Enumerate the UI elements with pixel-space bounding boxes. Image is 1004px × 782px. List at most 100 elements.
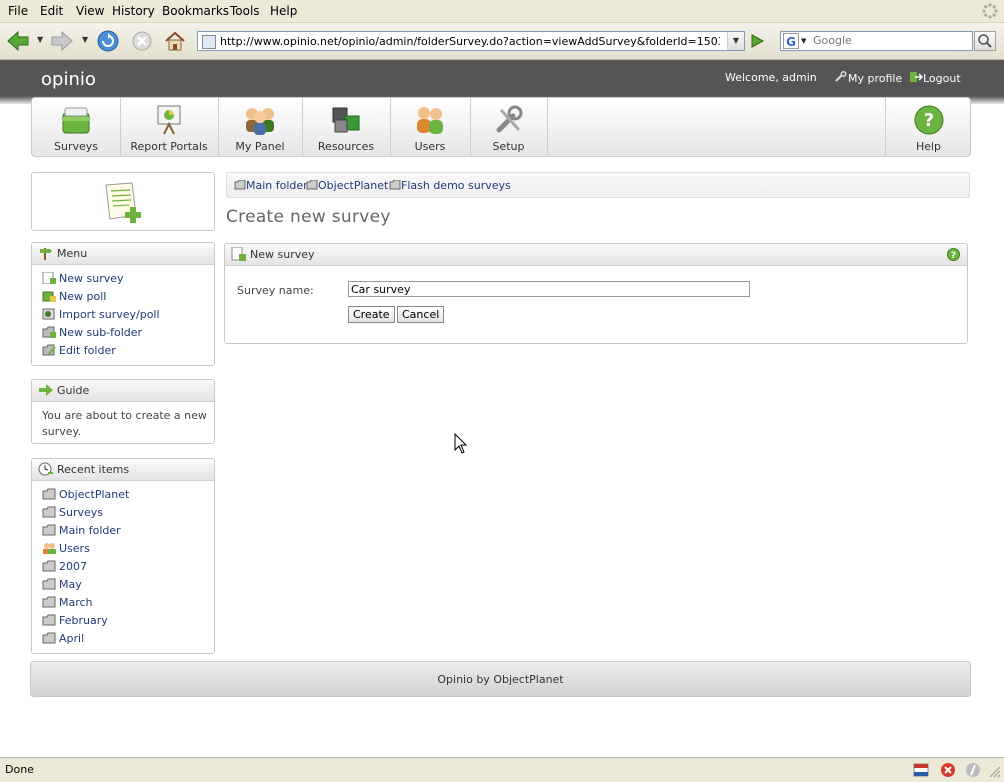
google-engine-icon[interactable]: G bbox=[783, 33, 799, 49]
menu-item-import[interactable]: Import survey/poll bbox=[42, 308, 160, 321]
favicon-icon bbox=[202, 35, 216, 49]
recent-item-label: Main folder bbox=[59, 524, 121, 537]
recent-clock-icon bbox=[38, 462, 53, 476]
recent-item[interactable]: February bbox=[42, 614, 108, 627]
new-survey-icon bbox=[231, 247, 246, 261]
survey-name-input[interactable] bbox=[348, 281, 750, 297]
back-button[interactable] bbox=[5, 29, 31, 53]
my-panel-icon bbox=[246, 108, 274, 135]
security-icon[interactable] bbox=[965, 762, 981, 778]
breadcrumb-objectplanet[interactable]: ObjectPlanet bbox=[306, 179, 388, 192]
folder-icon bbox=[42, 632, 56, 644]
tab-help[interactable]: ? Help bbox=[885, 98, 971, 156]
home-button[interactable] bbox=[162, 29, 188, 53]
surveys-icon bbox=[62, 107, 90, 134]
menu-item-edit-folder[interactable]: Edit folder bbox=[42, 344, 116, 357]
menu-box-header: Menu bbox=[32, 243, 214, 265]
tab-my-panel[interactable]: My Panel bbox=[218, 98, 303, 156]
tab-report-portals[interactable]: Report Portals bbox=[120, 98, 219, 156]
help-icon[interactable]: ? bbox=[947, 248, 960, 261]
page-footer: Opinio by ObjectPlanet bbox=[30, 661, 971, 697]
recent-items-header: Recent items bbox=[32, 459, 214, 481]
throbber-icon bbox=[982, 3, 998, 19]
menu-item-new-survey[interactable]: New survey bbox=[42, 272, 124, 285]
tab-setup-label: Setup bbox=[492, 140, 525, 153]
flag-icon[interactable] bbox=[913, 762, 929, 778]
stop-button[interactable] bbox=[129, 29, 155, 53]
app-logo[interactable]: opinio bbox=[41, 69, 96, 90]
tab-users-label: Users bbox=[414, 140, 446, 153]
breadcrumb-flash-demo-surveys[interactable]: Flash demo surveys bbox=[389, 179, 511, 192]
my-profile-label: My profile bbox=[848, 72, 903, 85]
logout-link[interactable]: Logout bbox=[909, 71, 961, 85]
tab-resources[interactable]: Resources bbox=[302, 98, 391, 156]
magnifier-icon bbox=[978, 34, 992, 48]
browser-toolbar: ▼ ▼ ▼ G ▼ bbox=[0, 23, 1004, 60]
recent-item[interactable]: 2007 bbox=[42, 560, 87, 573]
recent-item[interactable]: May bbox=[42, 578, 82, 591]
reload-button[interactable] bbox=[95, 29, 121, 53]
menu-view[interactable]: View bbox=[76, 4, 104, 18]
recent-item[interactable]: Users bbox=[42, 542, 90, 555]
tab-resources-label: Resources bbox=[317, 140, 375, 153]
create-button[interactable]: Create bbox=[348, 306, 395, 323]
recent-item[interactable]: Surveys bbox=[42, 506, 103, 519]
edit-folder-icon bbox=[42, 344, 56, 356]
menu-tools[interactable]: Tools bbox=[230, 4, 260, 18]
recent-item[interactable]: ObjectPlanet bbox=[42, 488, 129, 501]
recent-item[interactable]: Main folder bbox=[42, 524, 121, 537]
menu-help[interactable]: Help bbox=[270, 4, 297, 18]
folder-icon bbox=[234, 179, 246, 190]
svg-text:?: ? bbox=[923, 110, 933, 131]
menu-bookmarks[interactable]: Bookmarks bbox=[162, 4, 229, 18]
url-history-dropdown-icon[interactable]: ▼ bbox=[727, 32, 744, 50]
import-icon bbox=[42, 308, 55, 320]
home-icon bbox=[165, 31, 185, 51]
go-button-icon[interactable] bbox=[749, 33, 765, 49]
menu-file[interactable]: File bbox=[8, 4, 28, 18]
new-survey-illustration bbox=[31, 172, 215, 231]
breadcrumb-label: Main folder bbox=[246, 179, 308, 192]
breadcrumb-label: ObjectPlanet bbox=[318, 179, 389, 192]
folder-icon bbox=[389, 179, 401, 190]
menu-item-label: Import survey/poll bbox=[59, 308, 160, 321]
recent-item-label: April bbox=[59, 632, 85, 645]
reload-icon bbox=[97, 30, 119, 52]
engine-dropdown-icon[interactable]: ▼ bbox=[801, 37, 806, 45]
resources-icon bbox=[332, 107, 360, 133]
cancel-button[interactable]: Cancel bbox=[397, 306, 445, 323]
search-input[interactable] bbox=[813, 34, 963, 47]
url-input[interactable] bbox=[220, 33, 720, 49]
recent-item-label: 2007 bbox=[59, 560, 87, 573]
menu-item-new-sub-folder[interactable]: New sub-folder bbox=[42, 326, 142, 339]
tab-setup[interactable]: Setup bbox=[470, 98, 548, 156]
forward-dropdown-icon[interactable]: ▼ bbox=[82, 35, 88, 44]
url-bar[interactable]: ▼ bbox=[197, 31, 745, 51]
forward-button[interactable] bbox=[49, 29, 75, 53]
form-header: New survey ? bbox=[225, 244, 967, 266]
breadcrumb-main-folder[interactable]: Main folder bbox=[234, 179, 308, 192]
menu-item-new-poll[interactable]: New poll bbox=[42, 290, 106, 303]
menu-item-label: New sub-folder bbox=[59, 326, 143, 339]
tab-users[interactable]: Users bbox=[390, 98, 471, 156]
browser-statusbar: Done bbox=[0, 757, 1004, 782]
recent-item-label: February bbox=[59, 614, 108, 627]
stop-icon bbox=[132, 31, 152, 51]
survey-name-label: Survey name: bbox=[237, 284, 314, 297]
recent-item[interactable]: April bbox=[42, 632, 84, 645]
wrench-icon bbox=[835, 71, 847, 82]
error-icon[interactable] bbox=[940, 762, 956, 778]
new-folder-icon bbox=[42, 326, 56, 338]
tab-surveys[interactable]: Surveys bbox=[32, 98, 121, 156]
resize-grip-icon[interactable] bbox=[987, 764, 1001, 778]
menu-history[interactable]: History bbox=[112, 4, 155, 18]
search-bar[interactable]: G ▼ bbox=[780, 31, 973, 51]
back-dropdown-icon[interactable]: ▼ bbox=[37, 35, 43, 44]
my-profile-link[interactable]: My profile bbox=[834, 71, 902, 85]
breadcrumb-label: Flash demo surveys bbox=[401, 179, 511, 192]
recent-item[interactable]: March bbox=[42, 596, 93, 609]
menu-edit[interactable]: Edit bbox=[40, 4, 63, 18]
search-button[interactable] bbox=[974, 31, 996, 51]
menu-item-label: New poll bbox=[59, 290, 107, 303]
menu-item-label: Edit folder bbox=[59, 344, 116, 357]
